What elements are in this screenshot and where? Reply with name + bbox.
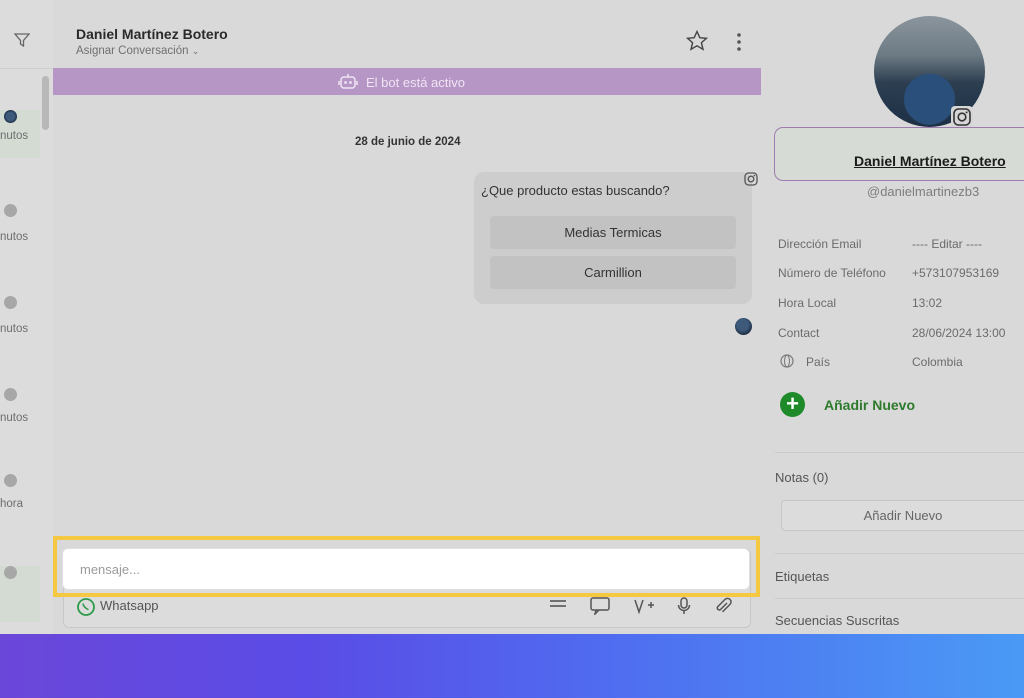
quick-reply-button[interactable]: Carmillion xyxy=(490,256,736,289)
add-note-button[interactable]: Añadir Nuevo xyxy=(781,500,1024,531)
check-circle-icon xyxy=(4,474,17,487)
local-time-value: 13:02 xyxy=(912,296,943,310)
chevron-down-icon: ⌄ xyxy=(191,46,200,56)
add-field-button[interactable]: Añadir Nuevo xyxy=(824,397,915,413)
whatsapp-icon[interactable] xyxy=(76,597,96,622)
highlight-box xyxy=(53,536,760,597)
instagram-icon xyxy=(744,172,758,191)
quick-reply-button[interactable]: Medias Termicas xyxy=(490,216,736,249)
list-icon[interactable] xyxy=(549,597,567,618)
avatar xyxy=(735,318,752,335)
conversation-item[interactable]: nutos xyxy=(0,110,40,158)
attachment-icon[interactable] xyxy=(714,597,732,620)
robot-icon xyxy=(338,73,358,96)
conversation-time: nutos xyxy=(0,231,29,243)
email-edit-link[interactable]: ---- Editar ---- xyxy=(912,237,982,251)
assign-label: Asignar Conversación xyxy=(76,45,189,57)
instagram-icon xyxy=(951,106,973,128)
divider xyxy=(775,553,1024,554)
conversation-time: nutos xyxy=(0,323,29,335)
phone-label: Número de Teléfono xyxy=(778,266,886,280)
sequences-section[interactable]: Secuencias Suscritas xyxy=(775,613,899,628)
check-circle-icon xyxy=(4,388,17,401)
conversation-item[interactable]: nutos xyxy=(0,296,40,346)
conversation-item[interactable]: nutos xyxy=(0,204,40,254)
user-icon xyxy=(4,566,17,579)
microphone-icon[interactable] xyxy=(677,597,691,620)
divider xyxy=(775,598,1024,599)
contact-date-value: 28/06/2024 13:00 xyxy=(912,326,1006,340)
country-value: Colombia xyxy=(912,355,963,369)
country-label: País xyxy=(806,355,831,369)
conversation-item[interactable]: nutos xyxy=(0,388,40,438)
user-icon xyxy=(4,296,17,309)
bottom-banner xyxy=(0,634,1024,698)
conversation-item[interactable]: hora xyxy=(0,474,40,524)
conversation-item[interactable] xyxy=(0,566,40,622)
tags-section[interactable]: Etiquetas xyxy=(775,569,829,584)
assign-conversation-dropdown[interactable]: Asignar Conversación ⌄ xyxy=(76,45,199,57)
conversation-time: hora xyxy=(0,498,24,510)
add-icon[interactable]: + xyxy=(780,392,805,417)
globe-icon xyxy=(780,354,794,373)
conversation-time: nutos xyxy=(0,130,29,142)
email-label: Dirección Email xyxy=(778,237,862,251)
message-text: ¿Que producto estas buscando? xyxy=(481,183,670,198)
channel-selector[interactable]: Whatsapp xyxy=(100,598,159,613)
star-icon[interactable] xyxy=(685,29,709,56)
user-icon xyxy=(4,204,17,217)
divider xyxy=(775,452,1024,453)
conversation-list-scrollbar[interactable] xyxy=(42,76,49,130)
contact-label: Contact xyxy=(778,326,820,340)
more-options-icon[interactable] xyxy=(736,32,742,57)
contact-name-link[interactable]: Daniel Martínez Botero xyxy=(854,153,1006,169)
phone-value: +573107953169 xyxy=(912,266,1000,280)
magic-add-icon[interactable] xyxy=(633,597,655,620)
comment-icon[interactable] xyxy=(590,597,610,620)
chat-contact-name: Daniel Martínez Botero xyxy=(76,26,228,42)
date-separator: 28 de junio de 2024 xyxy=(355,136,461,148)
notes-title: Notas (0) xyxy=(775,470,829,485)
avatar xyxy=(4,110,17,123)
local-time-label: Hora Local xyxy=(778,296,837,310)
bot-status-text: El bot está activo xyxy=(366,75,465,90)
contact-handle: @danielmartinezb3 xyxy=(867,184,980,199)
filter-icon[interactable] xyxy=(13,33,31,52)
conversation-time: nutos xyxy=(0,412,29,424)
